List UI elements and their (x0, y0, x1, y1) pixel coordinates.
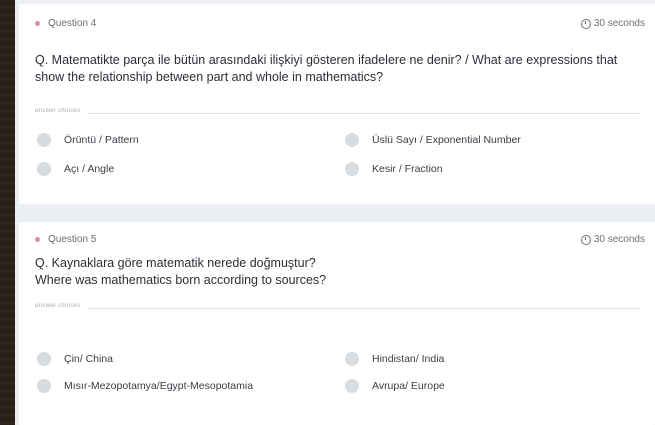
timer-label: 30 seconds (593, 234, 645, 245)
timer-label: 30 seconds (593, 18, 645, 29)
question-text: Q. Kaynaklara göre matematik nerede doğm… (35, 255, 641, 289)
question-text-line: Q. Kaynaklara göre matematik nerede doğm… (35, 256, 316, 270)
radio-circle-icon[interactable] (345, 162, 359, 176)
answer-choice-label: Üslü Sayı / Exponential Number (372, 134, 521, 146)
answer-choice[interactable]: Hindistan/ India (345, 352, 444, 366)
question-number: Question 5 (35, 234, 96, 245)
answer-choice-label: Avrupa/ Europe (372, 380, 445, 392)
question-card: Question 5 30 seconds Q. Kaynaklara göre… (19, 222, 655, 425)
radio-circle-icon[interactable] (345, 133, 359, 147)
answer-choice[interactable]: Kesir / Fraction (345, 162, 443, 176)
question-card: Question 4 30 seconds Q. Matematikte par… (19, 4, 655, 204)
answer-choice-label: Mısır-Mezopotamya/Egypt-Mesopotamia (64, 380, 254, 392)
answer-choice[interactable]: Çin/ China (37, 352, 113, 366)
answer-choice-label: Kesir / Fraction (372, 163, 443, 175)
radio-circle-icon[interactable] (37, 162, 51, 176)
radio-circle-icon[interactable] (345, 352, 359, 366)
clock-icon (580, 234, 591, 245)
radio-circle-icon[interactable] (37, 133, 51, 147)
question-text-line: Where was mathematics born according to … (35, 273, 327, 287)
question-header: Question 4 30 seconds (35, 16, 645, 32)
answer-choices-divider: answer choices (35, 108, 641, 118)
answer-choice-label: Örüntü / Pattern (64, 134, 139, 146)
answer-choice[interactable]: Avrupa/ Europe (345, 379, 445, 393)
answer-choice-label: Hindistan/ India (372, 353, 445, 365)
divider-line (35, 308, 641, 309)
answer-choices-label: answer choices (35, 108, 87, 114)
question-dot-icon (35, 237, 40, 242)
answer-choice[interactable]: Örüntü / Pattern (37, 133, 139, 147)
quiz-page: Question 4 30 seconds Q. Matematikte par… (15, 0, 655, 425)
clock-icon (580, 18, 591, 29)
answer-choices-label: answer choices (35, 303, 87, 309)
question-timer: 30 seconds (580, 18, 645, 29)
radio-circle-icon[interactable] (37, 379, 51, 393)
answer-choice[interactable]: Mısır-Mezopotamya/Egypt-Mesopotamia (37, 379, 253, 393)
question-dot-icon (35, 21, 40, 26)
radio-circle-icon[interactable] (345, 379, 359, 393)
answer-choice-label: Çin/ China (64, 353, 114, 365)
answer-choice-label: Açı / Angle (64, 163, 115, 175)
question-number-label: Question 5 (48, 234, 97, 245)
answer-choices-divider: answer choices (35, 303, 641, 313)
answer-choice[interactable]: Üslü Sayı / Exponential Number (345, 133, 521, 147)
question-timer: 30 seconds (580, 234, 645, 245)
question-number: Question 4 (35, 18, 96, 29)
divider-line (35, 113, 641, 114)
question-number-label: Question 4 (48, 18, 97, 29)
left-edge-strip (0, 0, 15, 425)
question-header: Question 5 30 seconds (35, 232, 645, 248)
question-text: Q. Matematikte parça ile bütün arasındak… (35, 53, 618, 84)
radio-circle-icon[interactable] (37, 352, 51, 366)
answer-choice[interactable]: Açı / Angle (37, 162, 114, 176)
